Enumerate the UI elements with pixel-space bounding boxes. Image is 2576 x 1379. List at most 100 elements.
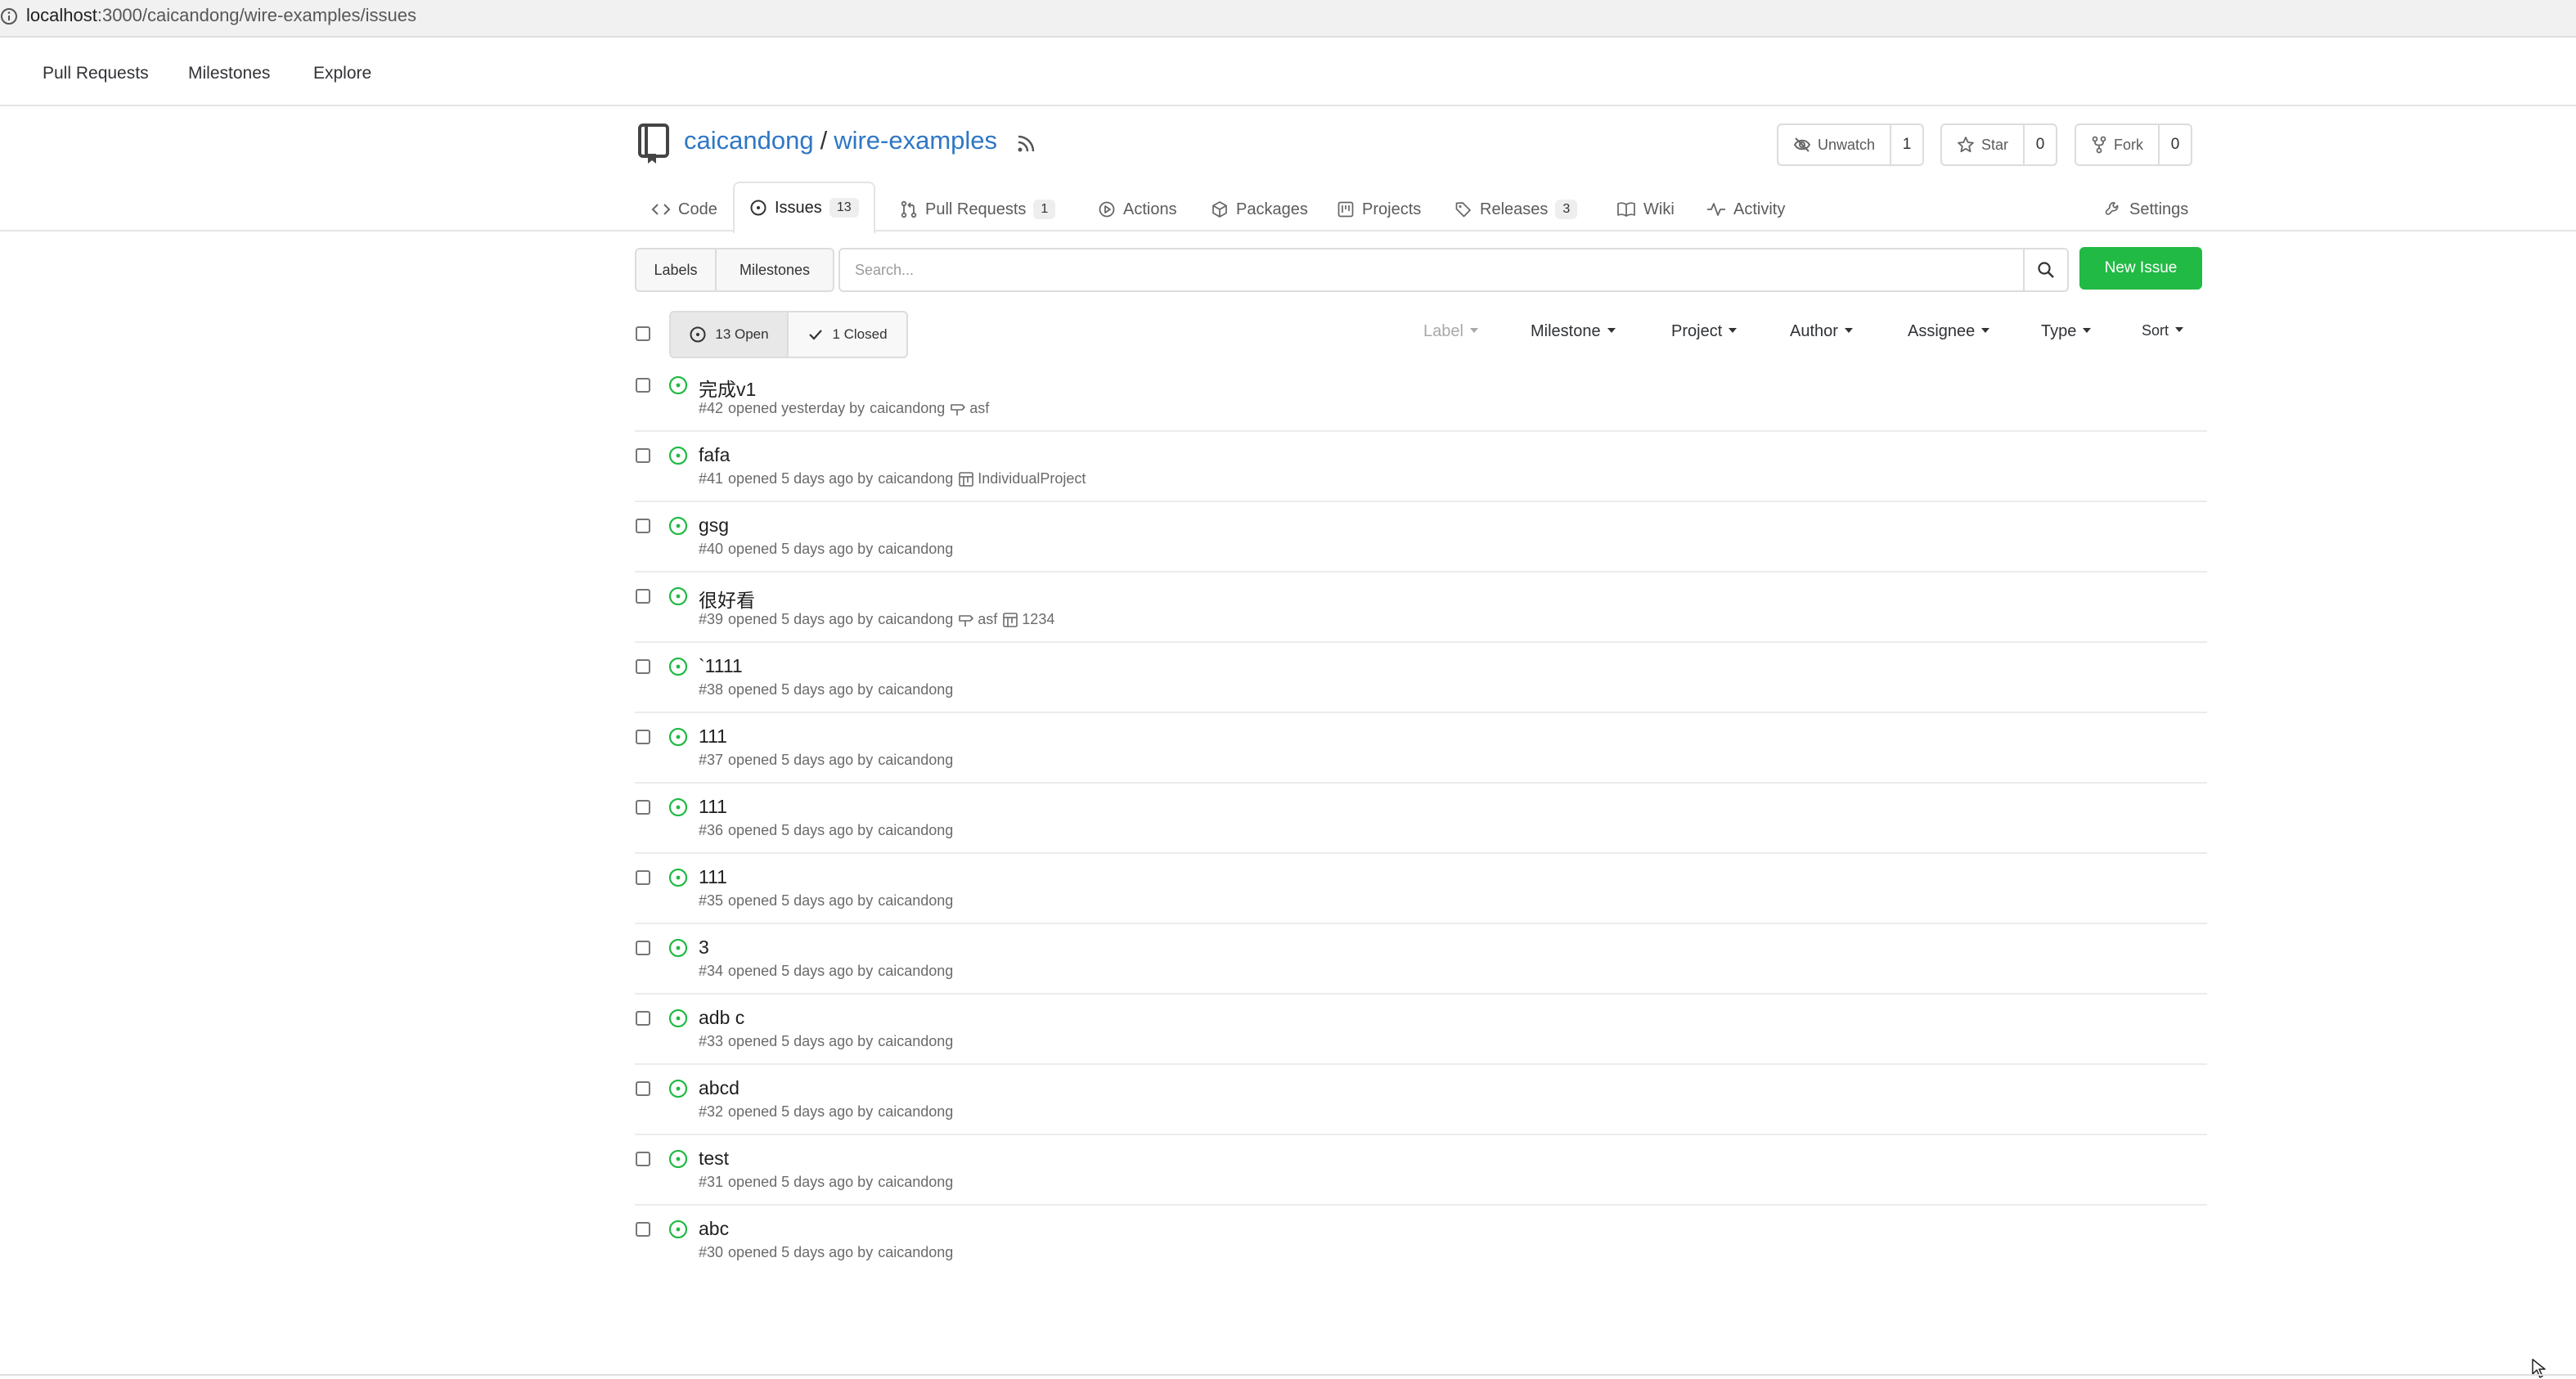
site-info-icon[interactable] <box>0 7 18 25</box>
tab-packages[interactable]: Packages <box>1211 188 1308 231</box>
issue-checkbox[interactable] <box>636 1222 650 1237</box>
type-filter-text: Type <box>2041 322 2077 340</box>
fork-button[interactable]: Fork <box>2076 125 2160 164</box>
issue-author[interactable]: caicandong <box>878 822 953 839</box>
issue-title[interactable]: 111 <box>699 725 727 748</box>
issue-checkbox[interactable] <box>636 800 650 815</box>
tab-actions[interactable]: Actions <box>1098 188 1177 231</box>
issue-meta: #37 opened 5 days ago by caicandong <box>699 752 953 769</box>
issue-author[interactable]: caicandong <box>878 752 953 769</box>
issue-title[interactable]: 111 <box>699 866 727 888</box>
open-issues-button[interactable]: 13 Open <box>671 312 789 357</box>
star-count[interactable]: 0 <box>2025 125 2056 164</box>
milestone-filter-dropdown[interactable]: Milestone <box>1531 322 1616 341</box>
issue-author[interactable]: caicandong <box>878 1103 953 1121</box>
issue-checkbox[interactable] <box>636 589 650 604</box>
type-filter-dropdown[interactable]: Type <box>2041 322 2092 341</box>
issue-author[interactable]: caicandong <box>878 1174 953 1191</box>
issue-author[interactable]: caicandong <box>878 681 953 698</box>
repo-name-link[interactable]: wire-examples <box>834 126 997 155</box>
author-filter-dropdown[interactable]: Author <box>1790 322 1853 341</box>
issue-title[interactable]: 3 <box>699 937 709 959</box>
nav-explore[interactable]: Explore <box>313 64 371 83</box>
star-button[interactable]: Star <box>1942 125 2025 164</box>
assignee-filter-text: Assignee <box>1908 322 1976 340</box>
issue-meta: #41 opened 5 days ago by caicandong Indi… <box>699 470 1086 487</box>
tab-code[interactable]: Code <box>651 188 717 231</box>
label-filter-dropdown[interactable]: Label <box>1423 322 1478 341</box>
rss-feed-icon[interactable] <box>1014 133 1037 155</box>
search-input[interactable] <box>840 249 2023 290</box>
address-url[interactable]: localhost:3000/caicandong/wire-examples/… <box>26 5 416 26</box>
issue-checkbox[interactable] <box>636 448 650 463</box>
issue-project[interactable]: IndividualProject <box>958 470 1086 487</box>
issue-checkbox[interactable] <box>636 659 650 674</box>
tab-releases[interactable]: Releases 3 <box>1454 188 1578 231</box>
tab-packages-label: Packages <box>1236 200 1308 218</box>
fork-count[interactable]: 0 <box>2160 125 2191 164</box>
issue-checkbox[interactable] <box>636 941 650 955</box>
issue-checkbox[interactable] <box>636 1011 650 1026</box>
issue-title[interactable]: `1111 <box>699 655 743 677</box>
issue-checkbox[interactable] <box>636 730 650 744</box>
select-all-checkbox[interactable] <box>636 326 650 341</box>
search-icon <box>2038 262 2054 278</box>
issue-author[interactable]: caicandong <box>878 1033 953 1050</box>
pull-request-icon <box>901 200 917 218</box>
issue-title[interactable]: 111 <box>699 796 727 818</box>
issue-checkbox[interactable] <box>636 870 650 885</box>
tab-issues[interactable]: Issues 13 <box>733 182 875 234</box>
issue-title[interactable]: 完成v1 <box>699 374 756 402</box>
issue-author[interactable]: caicandong <box>878 1244 953 1261</box>
repo-title: caicandong / wire-examples <box>684 126 997 155</box>
url-path: :3000/caicandong/wire-examples/issues <box>97 5 416 25</box>
issue-checkbox[interactable] <box>636 378 650 393</box>
watch-count[interactable]: 1 <box>1891 125 1922 164</box>
new-issue-button[interactable]: New Issue <box>2079 247 2202 290</box>
issue-author[interactable]: caicandong <box>878 470 953 487</box>
tab-issues-label: Issues <box>775 198 822 217</box>
issue-row: 111 #35 opened 5 days ago by caicandong <box>635 854 2207 924</box>
tab-projects[interactable]: Projects <box>1337 188 1421 231</box>
issue-checkbox[interactable] <box>636 519 650 533</box>
issue-title[interactable]: gsg <box>699 514 729 537</box>
tab-settings[interactable]: Settings <box>2104 188 2188 231</box>
issue-milestone[interactable]: asf <box>958 611 997 628</box>
issue-checkbox[interactable] <box>636 1081 650 1096</box>
search-button[interactable] <box>2023 249 2067 290</box>
issue-title[interactable]: 很好看 <box>699 585 755 613</box>
tab-pull-requests[interactable]: Pull Requests 1 <box>900 188 1056 231</box>
milestones-button[interactable]: Milestones <box>717 249 833 290</box>
issue-title[interactable]: abc <box>699 1218 729 1240</box>
assignee-filter-dropdown[interactable]: Assignee <box>1908 322 1990 341</box>
issue-number: #35 <box>699 892 724 909</box>
issue-title[interactable]: test <box>699 1148 729 1170</box>
project-filter-dropdown[interactable]: Project <box>1671 322 1738 341</box>
issue-checkbox[interactable] <box>636 1152 650 1166</box>
tab-activity[interactable]: Activity <box>1706 188 1785 231</box>
closed-issues-label: 1 Closed <box>832 326 888 342</box>
issue-author[interactable]: caicandong <box>870 400 945 417</box>
unwatch-button[interactable]: Unwatch <box>1778 125 1892 164</box>
issue-author[interactable]: caicandong <box>878 541 953 558</box>
issue-title[interactable]: adb c <box>699 1007 744 1029</box>
nav-pull-requests[interactable]: Pull Requests <box>43 64 149 83</box>
labels-button[interactable]: Labels <box>636 249 717 290</box>
issue-title[interactable]: fafa <box>699 444 730 466</box>
repo-owner-link[interactable]: caicandong <box>684 126 814 155</box>
star-button-group: Star 0 <box>1940 124 2058 166</box>
open-issues-label: 13 Open <box>715 326 769 342</box>
issue-author[interactable]: caicandong <box>878 963 953 980</box>
issue-author[interactable]: caicandong <box>878 611 953 628</box>
issue-project[interactable]: 1234 <box>1002 611 1054 628</box>
sort-dropdown[interactable]: Sort <box>2142 322 2184 339</box>
unwatch-label: Unwatch <box>1818 136 1876 153</box>
closed-issues-button[interactable]: 1 Closed <box>789 312 906 357</box>
issue-opened-text: opened 5 days ago by <box>728 611 874 627</box>
nav-milestones[interactable]: Milestones <box>188 64 270 83</box>
project-board-icon <box>959 471 974 487</box>
issue-author[interactable]: caicandong <box>878 892 953 910</box>
issue-title[interactable]: abcd <box>699 1077 740 1099</box>
issue-milestone[interactable]: asf <box>950 400 989 417</box>
tab-wiki[interactable]: Wiki <box>1616 188 1675 231</box>
